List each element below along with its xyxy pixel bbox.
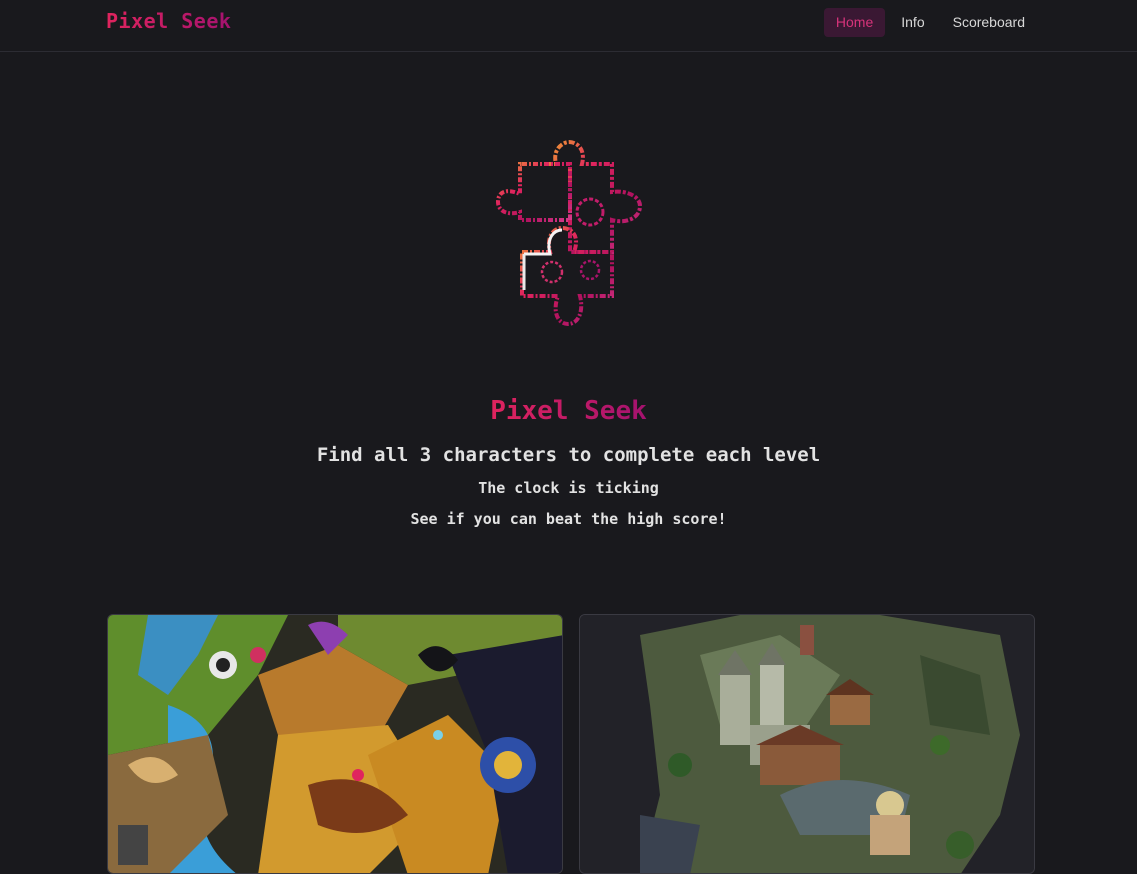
hero-subtitle: Find all 3 characters to complete each l… (316, 444, 821, 466)
puzzle-piece-icon (494, 139, 644, 328)
medieval-town-level-image (580, 615, 1034, 873)
level-card-fantasy[interactable] (107, 614, 563, 874)
hero-line-clock: The clock is ticking (478, 479, 659, 497)
nav-info-link[interactable]: Info (889, 8, 936, 37)
nav-links: Home Info Scoreboard (823, 8, 1037, 37)
fantasy-world-level-image (108, 615, 562, 873)
navbar: Pixel Seek Home Info Scoreboard (0, 0, 1137, 52)
nav-scoreboard-link[interactable]: Scoreboard (941, 8, 1037, 37)
nav-home-link[interactable]: Home (823, 8, 886, 37)
hero-title: Pixel Seek (490, 396, 647, 426)
level-card-medieval[interactable] (579, 614, 1035, 874)
hero-line-highscore: See if you can beat the high score! (410, 510, 727, 528)
brand-logo-text[interactable]: Pixel Seek (106, 9, 231, 33)
